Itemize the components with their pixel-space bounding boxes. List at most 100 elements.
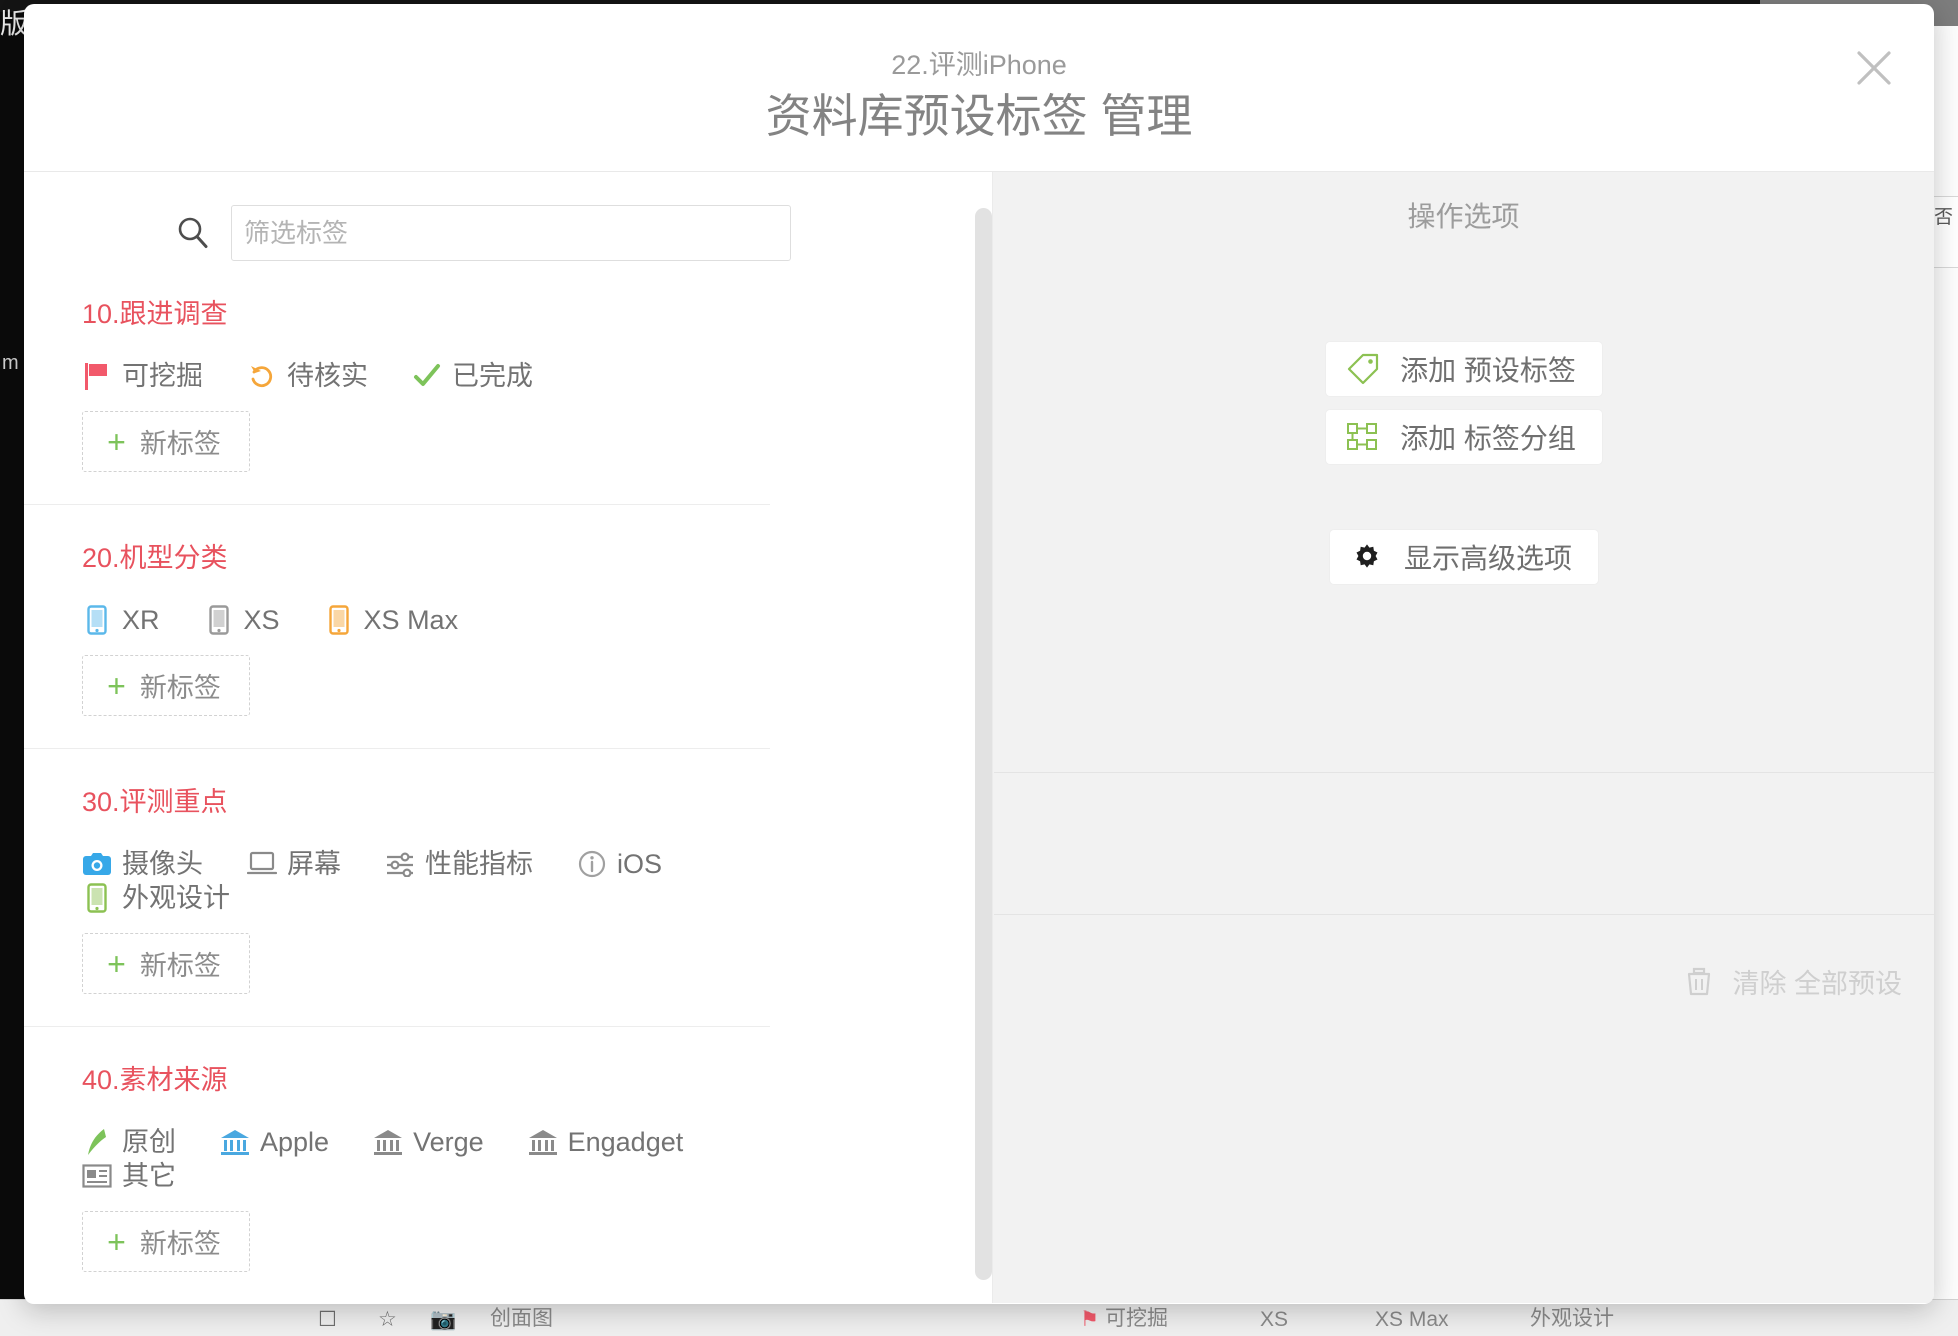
bottom-star-icon[interactable]: ☆ — [378, 1307, 397, 1332]
tag-label: 可挖掘 — [122, 361, 203, 391]
plus-icon: + — [107, 945, 126, 982]
add-tag-group-button[interactable]: 添加 标签分组 — [1326, 410, 1602, 464]
bottom-camera-icon[interactable]: 📷 — [430, 1308, 456, 1332]
trash-icon — [1684, 967, 1714, 997]
dialog-body: 10.跟进调查可挖掘 待核实 已完成 + 新标签 20.机型分类 XR XS XS Max + 新标… — [24, 172, 1934, 1303]
undo-icon — [247, 362, 277, 390]
add-tag-label: 新标签 — [139, 673, 221, 703]
tag-label: Apple — [260, 1127, 330, 1157]
tag-item[interactable]: 性能指标 — [385, 847, 533, 881]
tag-label: 待核实 — [287, 361, 368, 391]
tag-label: 摄像头 — [122, 849, 203, 879]
sitemap-icon — [1346, 420, 1380, 454]
tag-item[interactable]: iOS — [577, 847, 662, 881]
close-icon[interactable] — [1850, 44, 1898, 92]
plus-icon: + — [107, 1223, 126, 1260]
tag-item[interactable]: Apple — [220, 1125, 329, 1159]
tag-label: 外观设计 — [122, 883, 230, 913]
tag-group-title: 40.素材来源 — [82, 1065, 228, 1095]
flag-icon — [82, 361, 112, 391]
tag-group-title: 30.评测重点 — [82, 787, 228, 817]
tag-item[interactable]: Engadget — [528, 1125, 684, 1159]
tag-group: 20.机型分类 XR XS XS Max + 新标签 — [24, 505, 770, 749]
add-tag-label: 新标签 — [139, 1229, 221, 1259]
plus-icon: + — [107, 423, 126, 460]
tag-label: XS — [243, 605, 280, 635]
add-tag-button[interactable]: + 新标签 — [82, 655, 250, 716]
tag-icon — [1346, 352, 1380, 386]
tag-item[interactable]: 已完成 — [412, 359, 533, 393]
tag-label: 屏幕 — [287, 849, 341, 879]
check-icon — [412, 363, 442, 389]
mobile-icon — [324, 605, 354, 635]
tag-label: 其它 — [122, 1161, 176, 1191]
mobile-icon — [82, 883, 112, 913]
add-preset-tag-button[interactable]: 添加 预设标签 — [1326, 342, 1602, 396]
actions-pane: 操作选项 添加 预设标签 添加 标签分组 显示高级选项 清除 全部预设 — [992, 172, 1934, 1303]
show-advanced-options-label: 显示高级选项 — [1403, 543, 1572, 574]
tag-label: 性能指标 — [425, 849, 533, 879]
search-row — [24, 172, 992, 261]
bottom-item-label[interactable]: 外观设计 — [1530, 1302, 1614, 1332]
mobile-icon — [204, 605, 234, 635]
search-input[interactable] — [231, 205, 791, 261]
action-buttons: 添加 预设标签 添加 标签分组 显示高级选项 — [993, 342, 1934, 598]
background-bottom-bar: ☐ ☆ 📷 创面图 ⚑ 可挖掘 XS XS Max 外观设计 — [0, 1299, 1958, 1336]
plus-icon: + — [107, 667, 126, 704]
info-circle-icon — [577, 850, 607, 878]
actions-divider-bottom — [994, 914, 1934, 915]
bottom-item-label[interactable]: 创面图 — [490, 1302, 553, 1332]
bottom-item-label[interactable]: XS Max — [1375, 1308, 1449, 1332]
article-icon — [82, 1163, 112, 1189]
clear-all-presets-button[interactable]: 清除 全部预设 — [1684, 962, 1902, 1001]
tag-item[interactable]: XS Max — [324, 603, 459, 637]
bottom-flag-icon[interactable]: ⚑ — [1080, 1307, 1099, 1332]
tag-item[interactable]: Verge — [373, 1125, 484, 1159]
dialog-subtitle: 22.评测iPhone — [891, 50, 1067, 80]
scrollbar-thumb[interactable] — [975, 208, 992, 1280]
add-tag-button[interactable]: + 新标签 — [82, 1211, 250, 1272]
add-tag-button[interactable]: + 新标签 — [82, 933, 250, 994]
tag-item[interactable]: 其它 — [82, 1159, 176, 1193]
monitor-icon — [247, 851, 277, 877]
bottom-item-label[interactable]: XS — [1260, 1308, 1288, 1332]
tag-item[interactable]: 屏幕 — [247, 847, 341, 881]
tag-group: 10.跟进调查 可挖掘 待核实 已完成 + 新标签 — [24, 261, 770, 505]
tag-list: 原创 Apple Verge Engadget 其它 — [82, 1097, 770, 1193]
tag-group: 30.评测重点摄像头 屏幕 性能指标 iOS 外观设计 + 新标签 — [24, 749, 770, 1027]
actions-pane-title: 操作选项 — [1407, 201, 1520, 232]
add-tag-label: 新标签 — [139, 429, 221, 459]
tag-item[interactable]: 待核实 — [247, 359, 368, 393]
tag-list: 可挖掘 待核实 已完成 — [82, 331, 770, 393]
tag-list: XR XS XS Max — [82, 575, 770, 637]
sliders-icon — [385, 851, 415, 877]
tag-label: XS Max — [363, 605, 459, 635]
tag-item[interactable]: 原创 — [82, 1125, 176, 1159]
tag-item[interactable]: 摄像头 — [82, 847, 203, 881]
tag-list: 摄像头 屏幕 性能指标 iOS 外观设计 — [82, 819, 770, 915]
add-tag-label: 新标签 — [139, 951, 221, 981]
tag-label: XR — [122, 605, 160, 635]
tag-item[interactable]: XR — [82, 603, 160, 637]
search-icon — [174, 214, 212, 252]
screen: 否 版 m ☐ ☆ 📷 创面图 ⚑ 可挖掘 XS XS Max 外观设计 22.… — [0, 0, 1958, 1336]
bottom-item-label[interactable]: 可挖掘 — [1105, 1302, 1168, 1332]
add-tag-button[interactable]: + 新标签 — [82, 411, 250, 472]
tag-item[interactable]: XS — [204, 603, 280, 637]
tag-item[interactable]: 外观设计 — [82, 881, 230, 915]
background-left-label-secondary: m — [2, 352, 19, 374]
bottom-checkbox-icon[interactable]: ☐ — [318, 1307, 337, 1332]
show-advanced-options-button[interactable]: 显示高级选项 — [1329, 530, 1598, 584]
tag-group-list: 10.跟进调查 可挖掘 待核实 已完成 + 新标签 20.机型分类 XR XS XS Max + 新标… — [24, 261, 992, 1303]
add-tag-group-label: 添加 标签分组 — [1400, 423, 1576, 454]
tag-group-title: 20.机型分类 — [82, 543, 228, 573]
gear-icon — [1350, 541, 1384, 573]
tag-label: Engadget — [567, 1127, 684, 1157]
tag-manager-dialog: 22.评测iPhone 资料库预设标签 管理 筛选标签 10.跟进调查 可挖掘 … — [24, 4, 1934, 1304]
clear-all-presets-label: 清除 全部预设 — [1732, 969, 1902, 999]
tag-item[interactable]: 可挖掘 — [82, 359, 203, 393]
dialog-header: 22.评测iPhone 资料库预设标签 管理 — [24, 4, 1934, 172]
tag-label: 已完成 — [452, 361, 533, 391]
tag-label: 原创 — [122, 1127, 176, 1157]
dialog-title: 资料库预设标签 管理 — [765, 90, 1193, 142]
